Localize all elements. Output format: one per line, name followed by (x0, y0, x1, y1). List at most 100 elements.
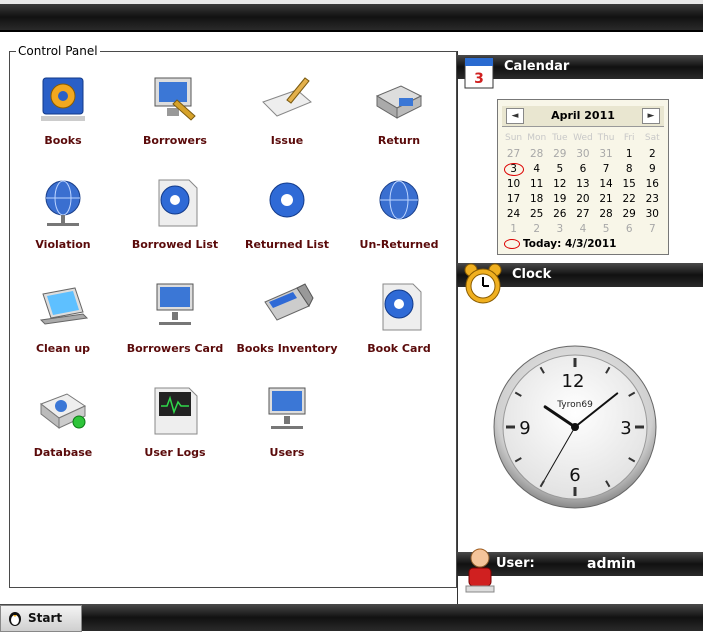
return-button[interactable]: Return (344, 72, 454, 162)
calendar-day[interactable]: 21 (595, 192, 618, 207)
clock-numeral-9: 9 (519, 418, 530, 439)
calendar-day[interactable]: 29 (548, 147, 571, 162)
calendar-day[interactable]: 11 (525, 177, 548, 192)
start-button[interactable]: Start (0, 605, 82, 632)
calendar-day[interactable]: 6 (618, 222, 641, 237)
calendar-day[interactable]: 13 (571, 177, 594, 192)
clock-numeral-3: 3 (620, 418, 631, 439)
clean-up-label: Clean up (35, 342, 91, 355)
calendar-day[interactable]: 4 (571, 222, 594, 237)
calendar-day[interactable]: 26 (548, 207, 571, 222)
usb-drive-icon (264, 283, 314, 321)
penguin-icon (9, 612, 21, 626)
calendar-day[interactable]: 2 (641, 147, 664, 162)
database-label: Database (33, 446, 93, 459)
calendar-day[interactable]: 7 (595, 162, 618, 177)
alarm-clock-icon (464, 263, 502, 304)
calendar-day[interactable]: 8 (618, 162, 641, 177)
taskbar (0, 604, 703, 631)
calendar-day[interactable]: 22 (618, 192, 641, 207)
issue-button[interactable]: Issue (232, 72, 342, 162)
analog-clock: Tyron69 12 3 6 9 (493, 345, 657, 509)
top-title-bar (0, 4, 703, 32)
calendar-day[interactable]: 28 (525, 147, 548, 162)
borrowed-list-label: Borrowed List (131, 238, 219, 251)
calendar-day[interactable]: 24 (502, 207, 525, 222)
returned-list-button[interactable]: Returned List (232, 176, 342, 266)
calendar-widget[interactable]: ◄ April 2011 ► Sun Mon Tue Wed Thu Fri Sat 27 2… (497, 99, 669, 255)
un-returned-button[interactable]: Un-Returned (344, 176, 454, 266)
calendar-day[interactable]: 30 (641, 207, 664, 222)
calendar-dow: Tue (552, 133, 568, 143)
calendar-day[interactable]: 30 (571, 147, 594, 162)
user-logs-button[interactable]: User Logs (120, 384, 230, 474)
borrowers-button[interactable]: Borrowers (120, 72, 230, 162)
violation-button[interactable]: Violation (8, 176, 118, 266)
globe-network-icon (45, 180, 81, 226)
calendar-day[interactable]: 2 (525, 222, 548, 237)
calendar-day[interactable]: 1 (618, 147, 641, 162)
pen-paper-icon (262, 77, 312, 117)
monitor-network-icon (156, 283, 194, 325)
calendar-day[interactable]: 23 (641, 192, 664, 207)
borrowers-card-label: Borrowers Card (126, 342, 224, 355)
calendar-day[interactable]: 10 (502, 177, 525, 192)
books-inventory-button[interactable]: Books Inventory (232, 280, 342, 370)
book-card-button[interactable]: Book Card (344, 280, 454, 370)
calendar-day[interactable]: 27 (502, 147, 525, 162)
book-card-label: Book Card (367, 342, 431, 355)
calendar-day[interactable]: 3 (548, 222, 571, 237)
calendar-day[interactable]: 9 (641, 162, 664, 177)
calendar-day[interactable]: 19 (548, 192, 571, 207)
borrowers-card-button[interactable]: Borrowers Card (120, 280, 230, 370)
gear-icon (269, 182, 305, 218)
calendar-day[interactable]: 1 (502, 222, 525, 237)
books-button[interactable]: Books (8, 72, 118, 162)
calendar-day-headers: Sun Mon Tue Wed Thu Fri Sat (502, 133, 664, 145)
monitor-tools-icon (154, 77, 196, 121)
calendar-month: April 2011 (551, 109, 615, 122)
calendar-day[interactable]: 31 (595, 147, 618, 162)
issue-label: Issue (270, 134, 304, 147)
calendar-day[interactable]: 18 (525, 192, 548, 207)
calendar-day[interactable]: 4 (525, 162, 548, 177)
calendar-day[interactable]: 20 (571, 192, 594, 207)
calendar-day[interactable]: 17 (502, 192, 525, 207)
gear-document-icon (158, 179, 198, 227)
calendar-day[interactable]: 28 (595, 207, 618, 222)
calendar-day[interactable]: 27 (571, 207, 594, 222)
calendar-dow: Wed (573, 133, 593, 143)
calendar-day[interactable]: 15 (618, 177, 641, 192)
monitor-activity-icon (154, 387, 198, 435)
next-month-button[interactable]: ► (642, 108, 660, 124)
calendar-day[interactable]: 3 (502, 162, 525, 177)
violation-label: Violation (35, 238, 91, 251)
start-label: Start (28, 611, 63, 625)
calendar-day[interactable]: 29 (618, 207, 641, 222)
users-button[interactable]: Users (232, 384, 342, 474)
clock-brand: Tyron69 (556, 400, 593, 410)
calendar-day[interactable]: 6 (571, 162, 594, 177)
calendar-day[interactable]: 7 (641, 222, 664, 237)
globe-icon (379, 180, 419, 220)
calendar-days: 27 28 29 30 31 1 2 3 4 5 6 7 8 9 10 11 12 13 14 15 16 17 18 19 2… (502, 147, 664, 237)
calendar-day[interactable]: 16 (641, 177, 664, 192)
borrowed-list-button[interactable]: Borrowed List (120, 176, 230, 266)
user-logs-label: User Logs (144, 446, 206, 459)
clock-numeral-12: 12 (562, 371, 585, 392)
laptop-icon (39, 287, 89, 325)
calendar-title: Calendar (504, 59, 570, 74)
calendar-day[interactable]: 5 (595, 222, 618, 237)
calendar-day[interactable]: 25 (525, 207, 548, 222)
database-button[interactable]: Database (8, 384, 118, 474)
gear-icon (41, 77, 85, 121)
calendar-day[interactable]: 12 (548, 177, 571, 192)
clean-up-button[interactable]: Clean up (8, 280, 118, 370)
calendar-today-link[interactable]: Today: 4/3/2011 (504, 238, 616, 250)
calendar-day[interactable]: 14 (595, 177, 618, 192)
books-label: Books (44, 134, 82, 147)
printer-icon (375, 85, 423, 119)
calendar-day[interactable]: 5 (548, 162, 571, 177)
calendar-dow: Thu (597, 133, 615, 143)
calendar-dow: Sat (644, 133, 660, 143)
